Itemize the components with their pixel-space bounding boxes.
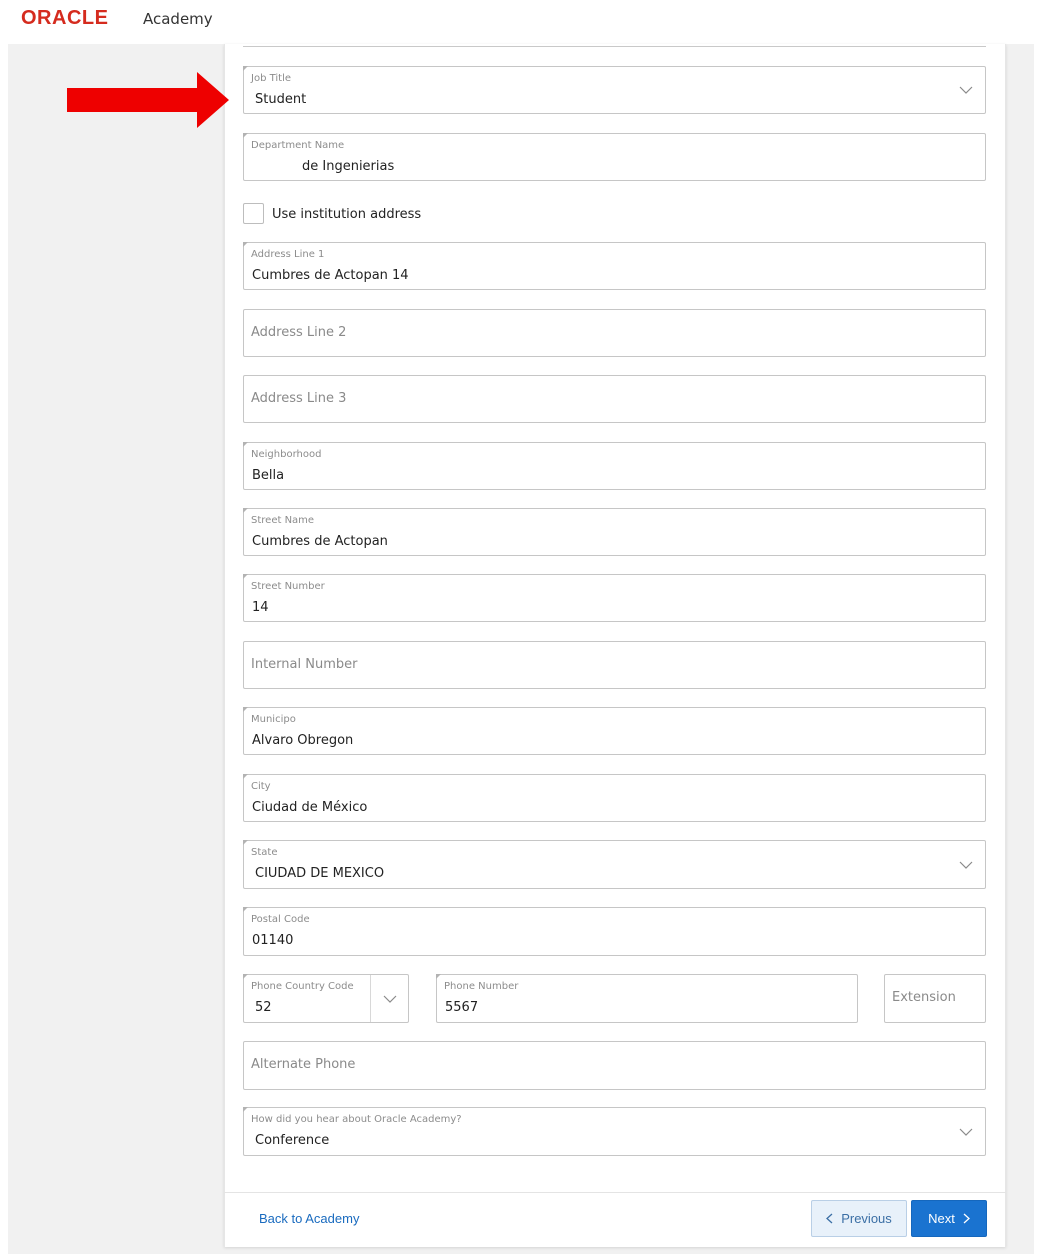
footer-divider xyxy=(224,1192,1006,1193)
postal-code-field[interactable]: Postal Code 01140 xyxy=(243,907,986,956)
extension-field[interactable]: Extension xyxy=(884,974,986,1023)
use-institution-address-label[interactable]: Use institution address xyxy=(272,207,421,222)
previous-button-label: Previous xyxy=(841,1211,892,1226)
job-title-value: Student xyxy=(255,92,307,107)
address-line-3-field[interactable]: Address Line 3 xyxy=(243,375,986,423)
department-name-field[interactable]: Department Name de Ingenierias xyxy=(243,133,986,181)
internal-number-placeholder: Internal Number xyxy=(251,657,358,672)
extension-placeholder: Extension xyxy=(892,990,956,1005)
address-line-1-label: Address Line 1 xyxy=(251,249,325,260)
city-field[interactable]: City Ciudad de México xyxy=(243,774,986,822)
chevron-left-icon xyxy=(826,1213,833,1224)
neighborhood-field[interactable]: Neighborhood Bella xyxy=(243,442,986,490)
phone-country-code-label: Phone Country Code xyxy=(251,981,354,992)
address-line-2-field[interactable]: Address Line 2 xyxy=(243,309,986,357)
state-value: CIUDAD DE MEXICO xyxy=(255,866,385,881)
street-number-label: Street Number xyxy=(251,581,325,592)
previous-field-bottom-edge xyxy=(243,44,986,47)
required-corner-marker xyxy=(243,1107,248,1112)
chevron-down-icon[interactable] xyxy=(947,67,985,113)
previous-button[interactable]: Previous xyxy=(811,1200,907,1237)
street-name-value: Cumbres de Actopan xyxy=(252,534,388,549)
street-number-value: 14 xyxy=(252,600,269,615)
chevron-down-icon[interactable] xyxy=(947,1108,985,1155)
required-corner-marker xyxy=(243,907,248,912)
right-arrow-icon xyxy=(67,72,229,128)
municipio-field[interactable]: Municipo Alvaro Obregon xyxy=(243,707,986,755)
chevron-right-icon xyxy=(963,1213,970,1224)
next-button-label: Next xyxy=(928,1211,955,1226)
job-title-label: Job Title xyxy=(251,73,292,84)
city-label: City xyxy=(251,781,271,792)
address-line-1-field[interactable]: Address Line 1 Cumbres de Actopan 14 xyxy=(243,242,986,290)
required-corner-marker xyxy=(243,974,248,979)
street-number-field[interactable]: Street Number 14 xyxy=(243,574,986,622)
required-corner-marker xyxy=(243,707,248,712)
phone-number-value: 5567 xyxy=(445,1000,479,1015)
required-corner-marker xyxy=(243,66,248,71)
academy-logo-text[interactable]: Academy xyxy=(143,10,213,28)
state-select[interactable]: State CIUDAD DE MEXICO xyxy=(243,840,986,889)
municipio-value: Alvaro Obregon xyxy=(252,733,354,748)
chevron-down-icon[interactable] xyxy=(947,841,985,888)
street-name-field[interactable]: Street Name Cumbres de Actopan xyxy=(243,508,986,556)
address-line-3-placeholder: Address Line 3 xyxy=(251,391,347,406)
required-corner-marker xyxy=(243,774,248,779)
phone-number-label: Phone Number xyxy=(444,981,519,992)
address-line-1-value: Cumbres de Actopan 14 xyxy=(252,268,409,283)
city-value: Ciudad de México xyxy=(252,800,368,815)
required-corner-marker xyxy=(243,840,248,845)
neighborhood-label: Neighborhood xyxy=(251,449,322,460)
heard-about-value: Conference xyxy=(255,1133,330,1148)
required-corner-marker xyxy=(243,574,248,579)
alternate-phone-field[interactable]: Alternate Phone xyxy=(243,1041,986,1090)
phone-country-code-value: 52 xyxy=(255,1000,272,1015)
required-corner-marker xyxy=(436,974,441,979)
department-name-value: de Ingenierias xyxy=(302,159,395,174)
use-institution-address-checkbox[interactable] xyxy=(243,203,264,224)
required-corner-marker xyxy=(243,442,248,447)
required-corner-marker xyxy=(243,508,248,513)
internal-number-field[interactable]: Internal Number xyxy=(243,641,986,689)
chevron-down-icon[interactable] xyxy=(370,975,408,1022)
state-label: State xyxy=(251,847,278,858)
job-title-select[interactable]: Job Title Student xyxy=(243,66,986,114)
phone-country-code-select[interactable]: Phone Country Code 52 xyxy=(243,974,409,1023)
address-line-2-placeholder: Address Line 2 xyxy=(251,325,347,340)
municipio-label: Municipo xyxy=(251,714,296,725)
oracle-logo[interactable]: ORACLE xyxy=(21,7,108,30)
heard-about-select[interactable]: How did you hear about Oracle Academy? C… xyxy=(243,1107,986,1156)
required-corner-marker xyxy=(243,133,248,138)
heard-about-label: How did you hear about Oracle Academy? xyxy=(251,1114,462,1125)
department-name-label: Department Name xyxy=(251,140,345,151)
top-bar: ORACLE Academy xyxy=(0,0,1041,44)
street-name-label: Street Name xyxy=(251,515,315,526)
next-button[interactable]: Next xyxy=(911,1200,987,1237)
back-to-academy-link[interactable]: Back to Academy xyxy=(259,1211,359,1226)
neighborhood-value: Bella xyxy=(252,468,285,483)
alternate-phone-placeholder: Alternate Phone xyxy=(251,1057,356,1072)
postal-code-label: Postal Code xyxy=(251,914,310,925)
postal-code-value: 01140 xyxy=(252,933,294,948)
required-corner-marker xyxy=(243,242,248,247)
phone-number-field[interactable]: Phone Number 5567 xyxy=(436,974,858,1023)
